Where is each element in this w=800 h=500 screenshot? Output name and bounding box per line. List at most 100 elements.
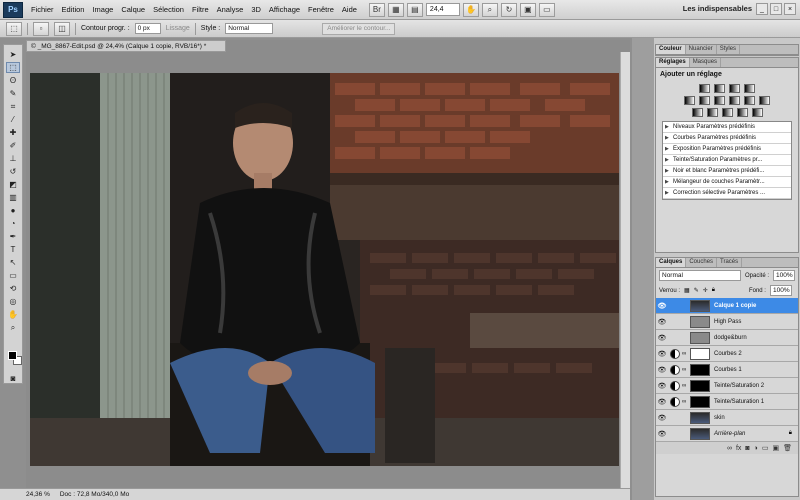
invert-icon[interactable] <box>691 108 703 117</box>
eye-icon[interactable]: 👁︎ <box>656 366 668 374</box>
minimize-icon[interactable]: _ <box>756 3 768 15</box>
color-balance-icon[interactable] <box>714 96 725 105</box>
exposure-icon[interactable] <box>744 84 755 93</box>
path-selection-icon[interactable]: ↖ <box>6 257 20 268</box>
move-tool-icon[interactable]: ➤ <box>6 49 20 60</box>
gradient-icon[interactable]: ▥ <box>6 192 20 203</box>
close-icon[interactable]: × <box>784 3 796 15</box>
lock-transparency-icon[interactable]: ▦ <box>684 287 690 294</box>
photo-filter-icon[interactable] <box>744 96 755 105</box>
menu-edition[interactable]: Edition <box>58 5 89 14</box>
menu-analyse[interactable]: Analyse <box>213 5 248 14</box>
link-layers-icon[interactable]: ∞ <box>727 445 732 452</box>
quick-mask-icon[interactable]: ◙ <box>6 373 20 384</box>
add-selection-icon[interactable]: ◫ <box>54 21 70 36</box>
quick-selection-icon[interactable]: ✎ <box>6 88 20 99</box>
lasso-tool-icon[interactable]: ʘ <box>6 75 20 86</box>
3d-rotate-icon[interactable]: ⟲ <box>6 283 20 294</box>
eye-icon[interactable]: 👁︎ <box>656 398 668 406</box>
menu-aide[interactable]: Aide <box>338 5 361 14</box>
gradient-map-icon[interactable] <box>736 108 748 117</box>
view-extras-icon[interactable]: ▤ <box>406 2 423 17</box>
preset-niveaux[interactable]: Niveaux Paramètres prédéfinis <box>663 122 791 133</box>
menu-fichier[interactable]: Fichier <box>27 5 58 14</box>
preset-teinte-saturation[interactable]: Teinte/Saturation Paramètres pr... <box>663 155 791 166</box>
new-group-icon[interactable]: ▭ <box>762 444 769 452</box>
3d-orbit-icon[interactable]: ◎ <box>6 296 20 307</box>
canvas-photo[interactable] <box>30 73 619 466</box>
vibrance-icon[interactable] <box>684 96 695 105</box>
rotate-view-icon[interactable]: ↻ <box>500 2 517 17</box>
screen-mode-icon[interactable]: ▭ <box>538 2 555 17</box>
canvas-vertical-scrollbar[interactable] <box>620 52 630 488</box>
opacity-input[interactable]: 100% <box>773 270 795 281</box>
link-icon[interactable]: ∞ <box>682 383 688 389</box>
history-brush-icon[interactable]: ↺ <box>6 166 20 177</box>
lock-position-icon[interactable]: ✛ <box>703 287 708 294</box>
eye-icon[interactable]: 👁︎ <box>656 350 668 358</box>
pen-tool-icon[interactable]: ✒ <box>6 231 20 242</box>
curves-icon[interactable] <box>729 84 740 93</box>
feather-input[interactable]: 0 px <box>134 23 161 34</box>
layer-name[interactable]: Teinte/Saturation 1 <box>714 399 764 405</box>
threshold-icon[interactable] <box>721 108 733 117</box>
refine-edge-button[interactable]: Améliorer le contour... <box>322 22 396 35</box>
tab-reglages[interactable]: Réglages <box>656 58 690 67</box>
link-icon[interactable]: ∞ <box>682 399 688 405</box>
preset-noir-blanc[interactable]: Noir et blanc Paramètres prédéfi... <box>663 166 791 177</box>
zoom-icon[interactable]: ⌕ <box>6 322 20 333</box>
layer-name[interactable]: Teinte/Saturation 2 <box>714 383 764 389</box>
anti-alias-checkbox[interactable]: Lissage <box>166 25 190 32</box>
posterize-icon[interactable] <box>706 108 718 117</box>
eye-icon[interactable]: 👁︎ <box>656 430 668 438</box>
add-mask-icon[interactable]: ◙ <box>745 445 749 452</box>
lock-all-icon[interactable]: 🔒︎ <box>712 287 715 294</box>
type-tool-icon[interactable]: T <box>6 244 20 255</box>
menu-image[interactable]: Image <box>88 5 117 14</box>
preset-courbes[interactable]: Courbes Paramètres prédéfinis <box>663 133 791 144</box>
eye-icon[interactable]: 👁︎ <box>656 382 668 390</box>
lock-pixels-icon[interactable]: ✎ <box>694 287 699 294</box>
menu-3d[interactable]: 3D <box>247 5 265 14</box>
crop-tool-icon[interactable]: ⌗ <box>6 101 20 112</box>
hand-icon[interactable]: ✋ <box>6 309 20 320</box>
eye-icon[interactable]: 👁︎ <box>656 414 668 422</box>
layer-row[interactable]: 👁︎ Calque 1 copie <box>656 298 798 314</box>
status-zoom[interactable]: 24,36 % <box>26 491 50 498</box>
layer-name[interactable]: Calque 1 copie <box>714 303 756 309</box>
menu-filtre[interactable]: Filtre <box>188 5 213 14</box>
tab-styles[interactable]: Styles <box>717 45 741 54</box>
layer-row[interactable]: 👁︎ ∞ Teinte/Saturation 1 <box>656 394 798 410</box>
link-icon[interactable]: ∞ <box>682 351 688 357</box>
layer-row[interactable]: 👁︎ High Pass <box>656 314 798 330</box>
tab-calques[interactable]: Calques <box>656 258 687 267</box>
delete-layer-icon[interactable]: 🗑︎ <box>783 444 792 452</box>
levels-icon[interactable] <box>714 84 725 93</box>
marquee-tool-icon[interactable]: ⬚ <box>6 62 20 73</box>
layer-name[interactable]: Courbes 2 <box>714 351 742 357</box>
foreground-color-swatch[interactable] <box>8 351 17 360</box>
arrange-documents-icon[interactable]: ▣ <box>519 2 536 17</box>
layer-row[interactable]: 👁︎ dodge&burn <box>656 330 798 346</box>
new-selection-icon[interactable]: ▫ <box>33 21 49 36</box>
layer-row[interactable]: 👁︎ Arrière-plan 🔒︎ <box>656 426 798 442</box>
black-white-icon[interactable] <box>729 96 740 105</box>
blend-mode-select[interactable]: Normal <box>659 270 741 281</box>
mini-bridge-icon[interactable]: ▦ <box>387 2 404 17</box>
preset-melangeur[interactable]: Mélangeur de couches Paramètr... <box>663 177 791 188</box>
eye-icon[interactable]: 👁︎ <box>656 302 668 310</box>
hue-saturation-icon[interactable] <box>699 96 710 105</box>
layer-name[interactable]: High Pass <box>714 319 741 325</box>
layer-row[interactable]: 👁︎ ∞ Courbes 2 <box>656 346 798 362</box>
layer-name[interactable]: Courbes 1 <box>714 367 742 373</box>
blur-icon[interactable]: ● <box>6 205 20 216</box>
document-tab[interactable]: © _MG_8867-Edit.psd @ 24,4% (Calque 1 co… <box>26 40 226 52</box>
layer-mask-thumbnail[interactable] <box>690 347 710 360</box>
brush-tool-icon[interactable]: ✐ <box>6 140 20 151</box>
tab-couches[interactable]: Couches <box>686 258 718 267</box>
workspace-switcher[interactable]: Les indispensables <box>683 4 752 13</box>
layer-style-icon[interactable]: fx <box>736 445 741 452</box>
layer-name[interactable]: skin <box>714 415 725 421</box>
channel-mixer-icon[interactable] <box>759 96 770 105</box>
layer-row[interactable]: 👁︎ ∞ Teinte/Saturation 2 <box>656 378 798 394</box>
